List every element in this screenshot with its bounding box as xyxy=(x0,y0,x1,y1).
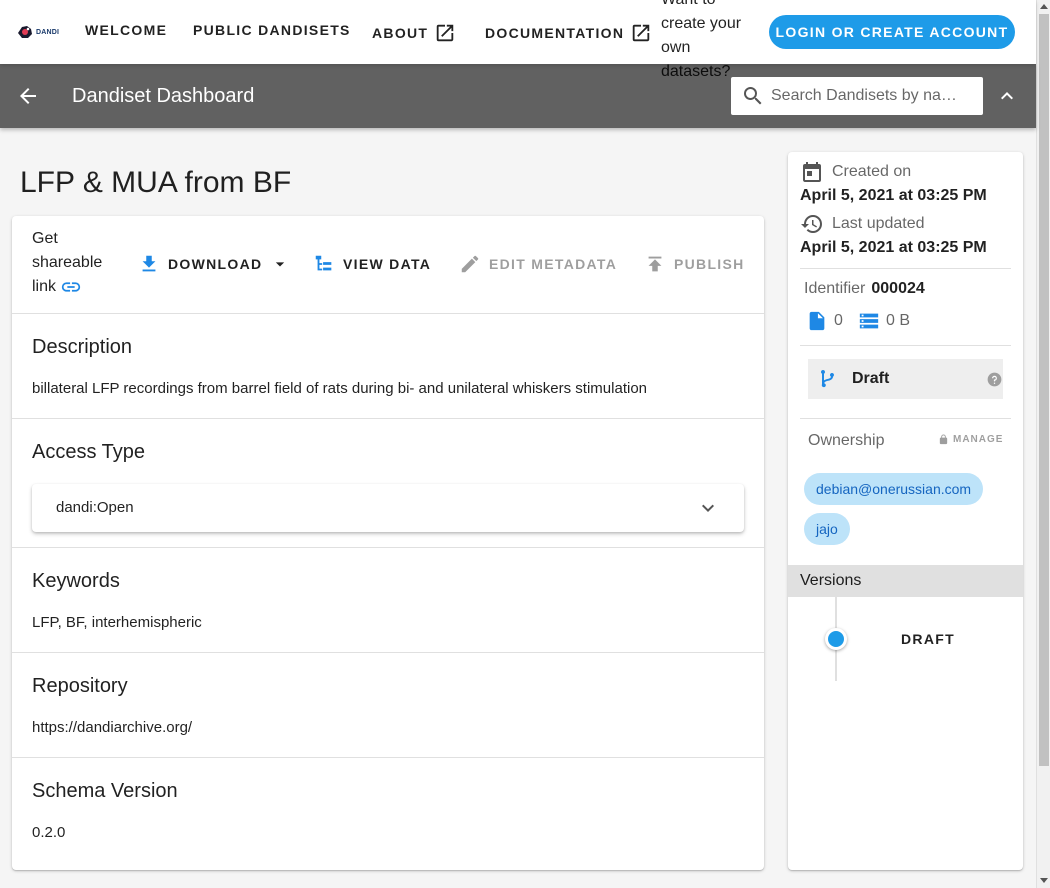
publish-label: PUBLISH xyxy=(674,256,745,272)
share-link-button[interactable]: Get shareable link xyxy=(32,227,112,299)
dashboard-title: Dandiset Dashboard xyxy=(72,85,255,107)
created-date: April 5, 2021 at 03:25 PM xyxy=(800,187,987,204)
nav-about[interactable]: ABOUT xyxy=(372,22,456,44)
create-datasets-prompt: Want to create your own datasets? xyxy=(661,0,742,80)
keywords-value: LFP, BF, interhemispheric xyxy=(32,614,202,631)
logo-text: DANDI xyxy=(36,28,60,36)
publish-button[interactable]: PUBLISH xyxy=(644,253,745,275)
owner-chip[interactable]: debian@onerussian.com xyxy=(804,473,984,505)
size-stat: 0 B xyxy=(858,310,910,332)
edit-metadata-button[interactable]: EDIT METADATA xyxy=(459,253,617,275)
identifier-value: 000024 xyxy=(871,280,925,297)
updated-date: April 5, 2021 at 03:25 PM xyxy=(800,239,987,256)
size-value: 0 B xyxy=(886,312,911,329)
access-type-value: dandi:Open xyxy=(56,499,134,516)
lock-icon xyxy=(939,434,948,445)
access-type-expander[interactable]: dandi:Open xyxy=(32,484,744,532)
divider xyxy=(800,268,1011,269)
external-link-icon xyxy=(633,24,650,42)
nav-welcome[interactable]: WELCOME xyxy=(85,22,167,38)
download-label: DOWNLOAD xyxy=(168,256,263,272)
source-branch-icon xyxy=(821,370,834,388)
dandiset-main-card: Get shareable link DOWNLOAD VIEW DATA ED… xyxy=(12,216,764,870)
arrow-back-icon[interactable] xyxy=(16,84,40,108)
updated-row: Last updated xyxy=(800,212,925,236)
keywords-section: Keywords LFP, BF, interhemispheric xyxy=(12,548,764,653)
page-scrollbar[interactable] xyxy=(1036,0,1050,888)
file-icon xyxy=(809,311,825,331)
chevron-down-icon xyxy=(702,504,714,512)
version-status-box[interactable]: Draft xyxy=(808,359,1003,399)
owner-chip[interactable]: jajo xyxy=(804,513,850,545)
versions-header: Versions xyxy=(788,565,1023,597)
access-type-heading: Access Type xyxy=(32,441,146,463)
dandiset-info-sidebar: Created on April 5, 2021 at 03:25 PM Las… xyxy=(788,152,1023,870)
repository-value: https://dandiarchive.org/ xyxy=(32,719,193,736)
download-icon xyxy=(142,255,156,272)
chevron-up-icon[interactable] xyxy=(995,84,1019,108)
search-icon xyxy=(744,87,762,105)
version-status-label: Draft xyxy=(852,370,890,387)
action-toolbar: Get shareable link DOWNLOAD VIEW DATA ED… xyxy=(12,216,764,314)
schema-version-value: 0.2.0 xyxy=(32,824,66,841)
dropdown-arrow-icon xyxy=(276,262,285,267)
dandi-logo-icon xyxy=(18,26,32,38)
file-count-value: 0 xyxy=(834,312,843,329)
file-tree-icon xyxy=(315,255,332,271)
nav-about-label: ABOUT xyxy=(372,25,429,41)
manage-label: MANAGE xyxy=(953,434,1004,445)
created-row: Created on xyxy=(800,160,911,184)
search-box[interactable] xyxy=(731,77,983,115)
updated-label: Last updated xyxy=(832,215,925,232)
history-icon xyxy=(801,215,822,233)
identifier-label: Identifier xyxy=(804,280,866,297)
manage-owners-button[interactable]: MANAGE xyxy=(938,434,1003,445)
search-input[interactable] xyxy=(771,87,957,105)
repository-section: Repository https://dandiarchive.org/ xyxy=(12,653,764,758)
publish-icon xyxy=(648,256,662,272)
scrollbar-thumb[interactable] xyxy=(1039,14,1049,766)
external-link-icon xyxy=(437,24,454,42)
login-button[interactable]: LOGIN OR CREATE ACCOUNT xyxy=(769,15,1015,49)
calendar-icon xyxy=(803,162,821,182)
version-timeline-dot xyxy=(825,628,847,650)
keywords-heading: Keywords xyxy=(32,570,120,592)
file-count: 0 xyxy=(806,310,843,332)
ownership-label: Ownership xyxy=(808,432,885,449)
dandi-logo[interactable]: DANDI xyxy=(16,22,62,42)
nav-public-dandisets[interactable]: PUBLIC DANDISETS xyxy=(193,22,351,38)
divider xyxy=(800,345,1011,346)
download-button[interactable]: DOWNLOAD xyxy=(138,253,290,275)
nav-documentation[interactable]: DOCUMENTATION xyxy=(485,22,652,44)
description-heading: Description xyxy=(32,336,133,358)
link-icon xyxy=(62,282,81,292)
divider xyxy=(800,418,1011,419)
dandiset-title: LFP & MUA from BF xyxy=(20,166,292,199)
pencil-icon xyxy=(461,255,479,273)
dashboard-bar: Dandiset Dashboard xyxy=(0,64,1036,128)
nav-documentation-label: DOCUMENTATION xyxy=(485,25,625,41)
edit-metadata-label: EDIT METADATA xyxy=(489,256,618,272)
identifier-row: Identifier 000024 xyxy=(804,280,925,298)
schema-version-heading: Schema Version xyxy=(32,780,178,802)
access-type-section: Access Type dandi:Open xyxy=(12,419,764,548)
view-data-button[interactable]: VIEW DATA xyxy=(313,253,431,275)
description-value: billateral LFP recordings from barrel fi… xyxy=(32,380,647,397)
version-item-draft[interactable]: DRAFT xyxy=(901,631,955,647)
repository-heading: Repository xyxy=(32,675,128,697)
nav-welcome-label: WELCOME xyxy=(85,22,168,38)
created-label: Created on xyxy=(832,163,912,180)
scroll-down-arrow-icon[interactable] xyxy=(1040,878,1048,883)
storage-icon xyxy=(859,313,879,329)
description-section: Description billateral LFP recordings fr… xyxy=(12,314,764,419)
view-data-label: VIEW DATA xyxy=(343,256,432,272)
help-circle-icon[interactable] xyxy=(987,372,1002,387)
nav-public-dandisets-label: PUBLIC DANDISETS xyxy=(193,22,351,38)
schema-version-section: Schema Version 0.2.0 xyxy=(12,758,764,870)
scroll-up-arrow-icon[interactable] xyxy=(1040,4,1048,9)
top-navigation: DANDI WELCOME PUBLIC DANDISETS ABOUT DOC… xyxy=(0,0,1036,80)
